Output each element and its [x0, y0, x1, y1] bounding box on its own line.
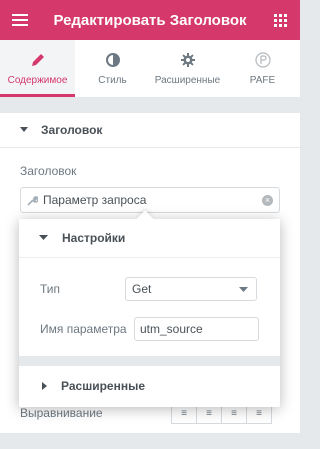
settings-section-title: Настройки	[62, 231, 126, 245]
pafe-logo-icon	[254, 52, 271, 68]
caret-down-icon	[20, 127, 28, 132]
editor-header: Редактировать Заголовок	[0, 0, 300, 40]
half-circle-icon	[105, 53, 120, 67]
section-title-toggle[interactable]: Заголовок	[0, 113, 300, 147]
dynamic-tag-field[interactable]: Параметр запроса ×	[20, 187, 280, 213]
alignment-label: Выравнивание	[20, 406, 103, 420]
caret-right-icon	[42, 382, 47, 390]
type-row: Тип Get	[19, 275, 280, 303]
divider	[19, 257, 280, 258]
editor-title: Редактировать Заголовок	[53, 11, 247, 29]
hamburger-icon	[12, 14, 28, 26]
widgets-grid-button[interactable]	[260, 0, 300, 40]
dynamic-tag-settings-popup: Настройки Тип Get Имя параметра Расширен…	[19, 219, 280, 407]
tab-advanced-label: Расширенные	[154, 75, 221, 86]
gear-icon	[180, 53, 195, 67]
tab-advanced[interactable]: Расширенные	[150, 40, 225, 97]
pencil-icon	[31, 54, 44, 66]
param-name-label: Имя параметра	[40, 322, 127, 336]
caret-down-icon	[39, 235, 48, 240]
grid-icon	[273, 13, 287, 27]
dynamic-tag-value: Параметр запроса	[43, 193, 147, 207]
tab-style[interactable]: Стиль	[75, 40, 150, 97]
panel-bottom-strip	[0, 433, 300, 449]
hamburger-menu-button[interactable]	[0, 0, 40, 40]
panel-tabs: Содержимое Стиль Расширенные PAFE	[0, 40, 300, 97]
settings-section-toggle[interactable]: Настройки	[19, 219, 280, 257]
tab-content[interactable]: Содержимое	[0, 40, 75, 97]
advanced-section-toggle[interactable]: Расширенные	[19, 366, 280, 406]
wrench-icon	[21, 195, 43, 206]
title-field-label: Заголовок	[20, 164, 77, 178]
type-select[interactable]: Get	[125, 277, 257, 301]
type-select-value: Get	[132, 282, 152, 296]
section-title: Заголовок	[41, 123, 103, 137]
chevron-down-icon	[239, 286, 248, 292]
tab-style-label: Стиль	[98, 75, 127, 86]
tab-content-label: Содержимое	[7, 75, 68, 86]
advanced-section-title: Расширенные	[61, 379, 145, 393]
popup-divider-band	[19, 356, 280, 366]
type-label: Тип	[40, 282, 61, 296]
tab-pafe-label: PAFE	[249, 75, 276, 86]
param-name-row: Имя параметра	[19, 315, 280, 343]
clear-dynamic-tag-icon[interactable]: ×	[262, 194, 273, 206]
param-name-input[interactable]	[134, 317, 259, 341]
tab-pafe[interactable]: PAFE	[225, 40, 300, 97]
